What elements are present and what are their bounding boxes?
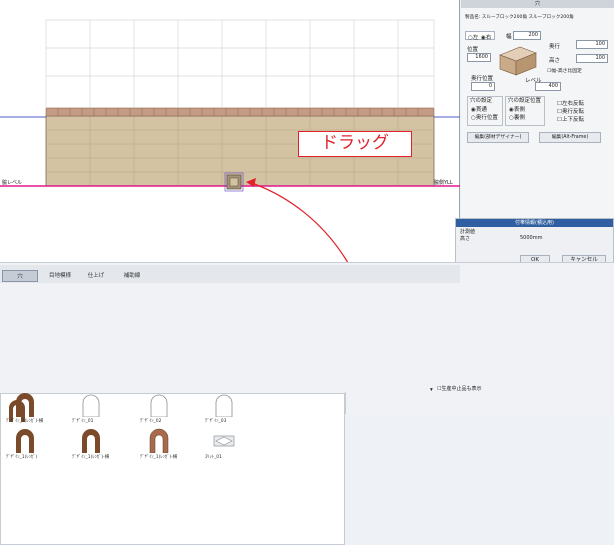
height-input[interactable]: 100 bbox=[576, 54, 608, 63]
width-input[interactable]: 200 bbox=[513, 31, 541, 40]
tab-guideline[interactable]: 補助線 bbox=[116, 270, 148, 282]
gallery-item-3[interactable]: ﾃﾞｻﾞｲﾝ_02 bbox=[140, 391, 200, 425]
depth-label: 奥行 bbox=[549, 44, 561, 50]
depth-input[interactable]: 100 bbox=[576, 40, 608, 49]
depth-position-input[interactable]: 0 bbox=[471, 82, 495, 91]
flip-depth-checkbox[interactable]: ☐奥行反転 bbox=[557, 107, 584, 115]
gallery-item-label: ﾃﾞｻﾞｲﾝ_02 bbox=[140, 419, 162, 424]
arch-light-icon bbox=[215, 394, 233, 417]
height-label: 高さ bbox=[549, 58, 561, 64]
level-input[interactable]: 400 bbox=[535, 82, 561, 91]
gallery-item-label: ｽﾘｯﾄ_01 bbox=[205, 455, 222, 460]
palette-tab-bar: 穴 目地模様 仕上げ 補助線 bbox=[0, 265, 460, 283]
arch-dark-icon bbox=[16, 429, 34, 453]
position-back-radio[interactable]: ○裏側 bbox=[509, 113, 525, 121]
side-left-radio[interactable]: ○左 bbox=[468, 33, 478, 41]
hole-depth-radio[interactable]: ○奥行位置 bbox=[471, 113, 498, 121]
gallery-item-6[interactable]: ﾃﾞｻﾞｲﾝ_1(ﾚﾝｶﾞ)-横 bbox=[72, 427, 132, 461]
position-input[interactable]: 1600 bbox=[467, 53, 491, 62]
hole-properties-panel: 穴 製品名: スルーブロック200角 スルーブロック200角 ○左 ◉右 幅 2… bbox=[461, 0, 614, 220]
panel-header: 穴 bbox=[461, 0, 614, 8]
tab-hole[interactable]: 穴 bbox=[2, 270, 38, 282]
data-row-measure[interactable]: 計測値 bbox=[460, 228, 475, 235]
data-row-height-label: 高さ bbox=[460, 236, 471, 242]
drawing-canvas[interactable]: 脇レベル 脇側YLL ドラッグ bbox=[0, 0, 460, 388]
flip-horizontal-checkbox[interactable]: ☐左右反転 bbox=[557, 99, 584, 107]
hole-position-title: 穴の設定位置 bbox=[508, 98, 542, 104]
position-label: 位置 bbox=[467, 47, 479, 53]
width-label: 幅 bbox=[506, 34, 512, 40]
product-name: 製品名: スルーブロック200角 スルーブロック200角 bbox=[465, 15, 574, 20]
gallery-item-label: ﾃﾞｻﾞｲﾝ_1(ﾚﾝｶﾞ) bbox=[6, 455, 38, 460]
gallery-item-2[interactable]: ﾃﾞｻﾞｲﾝ_01 bbox=[72, 391, 132, 425]
gallery-divider bbox=[345, 392, 346, 414]
tab-joint-pattern[interactable]: 目地模様 bbox=[42, 270, 78, 282]
right-wall-label: 脇側YLL bbox=[434, 180, 453, 186]
position-front-radio[interactable]: ◉表側 bbox=[509, 105, 525, 113]
hole-through-radio[interactable]: ◉貫通 bbox=[471, 105, 487, 113]
ratio-lock-checkbox[interactable]: ☐幅-高さ比固定 bbox=[547, 67, 582, 74]
arch-dark-icon bbox=[82, 429, 100, 453]
arch-dark-icon bbox=[16, 393, 34, 417]
left-wall-label: 脇レベル bbox=[2, 180, 23, 186]
arch-light-icon bbox=[150, 394, 168, 417]
gallery-item-1[interactable]: ﾃﾞｻﾞｲﾝ_1(ﾚﾝｶﾞ)-横 bbox=[6, 391, 66, 425]
gallery-item-label: ﾃﾞｻﾞｲﾝ_01 bbox=[72, 419, 94, 424]
data-panel-header: 付帯情報(積込用) bbox=[456, 219, 613, 227]
block-3d-diagram bbox=[499, 46, 537, 76]
gallery-item-label: ﾃﾞｻﾞｲﾝ_1(ﾚﾝｶﾞ)-横 bbox=[140, 455, 178, 460]
drag-callout: ドラッグ bbox=[298, 131, 412, 157]
vent-block-placed[interactable] bbox=[224, 172, 244, 192]
data-row-height-value: 5000mm bbox=[520, 235, 543, 241]
depth-position-label: 奥行位置 bbox=[471, 76, 494, 82]
show-discontinued-checkbox[interactable]: ☐生産中止品も表示 bbox=[437, 385, 482, 392]
gallery-item-label: ﾃﾞｻﾞｲﾝ_1(ﾚﾝｶﾞ)-横 bbox=[6, 419, 44, 424]
hole-setting-title: 穴の設定 bbox=[470, 98, 493, 104]
gallery-item-label: ﾃﾞｻﾞｲﾝ_03 bbox=[205, 419, 227, 424]
gallery-item-5[interactable]: ﾃﾞｻﾞｲﾝ_1(ﾚﾝｶﾞ) bbox=[6, 427, 66, 461]
edit-designer-button[interactable]: 編集(部材デザイナー) bbox=[467, 132, 529, 143]
edit-altframe-button[interactable]: 編集(Alt-Frame) bbox=[539, 132, 601, 143]
side-toggle: ○左 ◉右 bbox=[465, 31, 495, 41]
side-right-radio[interactable]: ◉右 bbox=[481, 33, 491, 41]
tab-finish[interactable]: 仕上げ bbox=[80, 270, 112, 282]
flip-vertical-checkbox[interactable]: ☐上下反転 bbox=[557, 115, 584, 123]
dropdown-arrow-icon[interactable]: ▾ bbox=[430, 387, 433, 393]
hole-setting-group: 穴の設定 ◉貫通 ○奥行位置 bbox=[467, 96, 503, 126]
diamond-icon bbox=[213, 435, 235, 447]
gallery-item-4[interactable]: ﾃﾞｻﾞｲﾝ_03 bbox=[205, 391, 265, 425]
gallery-item-label: ﾃﾞｻﾞｲﾝ_1(ﾚﾝｶﾞ)-横 bbox=[72, 455, 110, 460]
arch-brick-icon bbox=[149, 428, 169, 453]
arch-light-icon bbox=[82, 394, 100, 417]
gallery-item-7[interactable]: ﾃﾞｻﾞｲﾝ_1(ﾚﾝｶﾞ)-横 bbox=[140, 427, 200, 461]
hole-position-group: 穴の設定位置 ◉表側 ○裏側 bbox=[505, 96, 545, 126]
gallery-item-8[interactable]: ｽﾘｯﾄ_01 bbox=[205, 427, 265, 461]
selected-item-thumbnail[interactable] bbox=[348, 391, 406, 392]
